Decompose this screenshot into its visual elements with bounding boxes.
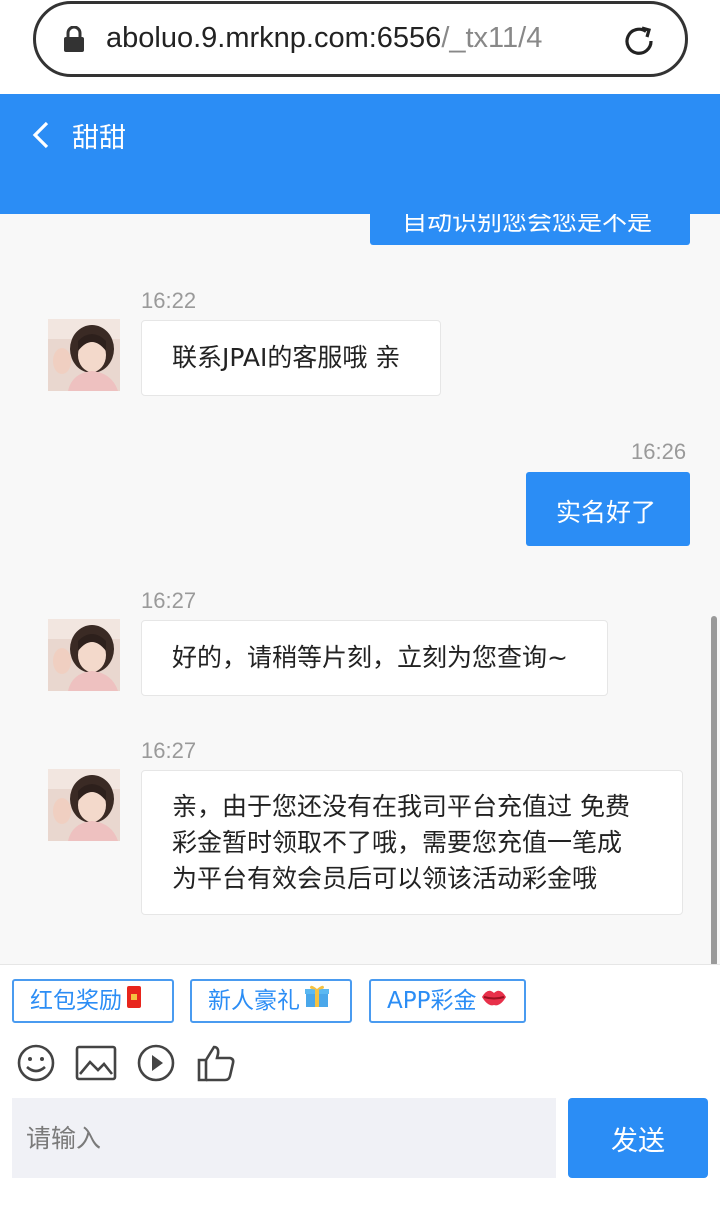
quick-reply-label: 新人豪礼 — [208, 988, 300, 1014]
incoming-message: 亲，由于您还没有在我司平台充值过 免费 彩金暂时领取不了哦，需要您充值一笔成 为… — [141, 770, 683, 915]
composer-panel: 红包奖励 新人豪礼 APP彩金 发送 — [0, 964, 720, 1213]
thumbs-up-icon[interactable] — [195, 1043, 237, 1083]
avatar-image — [48, 769, 120, 841]
address-bar[interactable]: aboluo.9.mrknp.com:6556/_tx11/4 — [33, 1, 688, 77]
play-icon[interactable] — [135, 1043, 177, 1083]
quick-reply-label: 红包奖励 — [30, 988, 122, 1014]
message-text: 实名好了 — [556, 498, 657, 527]
message-list[interactable]: 自动识别您会您是不是 16:22 联系JPAI的客服哦 亲 16:26 实名好了… — [0, 214, 720, 964]
image-icon[interactable] — [75, 1043, 117, 1083]
avatar — [48, 769, 120, 841]
avatar — [48, 619, 120, 691]
quick-reply-newcomer-gift[interactable]: 新人豪礼 — [190, 979, 352, 1023]
message-text: 联系JPAI的客服哦 亲 — [172, 343, 401, 372]
outgoing-message-partial: 自动识别您会您是不是 — [370, 214, 690, 245]
red-envelope-icon — [126, 982, 142, 1022]
url-path: /_tx11/4 — [441, 22, 543, 54]
url-text[interactable]: aboluo.9.mrknp.com:6556/_tx11/4 — [106, 22, 596, 55]
message-text: 好的，请稍等片刻，立刻为您查询~ — [172, 643, 568, 672]
outgoing-message: 实名好了 — [526, 472, 690, 546]
smiley-icon[interactable] — [15, 1043, 57, 1083]
send-button[interactable]: 发送 — [568, 1098, 708, 1178]
incoming-message: 好的，请稍等片刻，立刻为您查询~ — [141, 620, 608, 696]
lock-icon — [64, 26, 84, 52]
message-timestamp: 16:27 — [141, 738, 197, 763]
message-line: 为平台有效会员后可以领该活动彩金哦 — [172, 864, 598, 893]
avatar — [48, 319, 120, 391]
chat-header: 甜甜 — [0, 94, 720, 214]
message-timestamp: 16:26 — [631, 439, 687, 464]
incoming-message: 联系JPAI的客服哦 亲 — [141, 320, 441, 396]
message-timestamp: 16:22 — [141, 288, 197, 313]
url-host: aboluo.9.mrknp.com:6556 — [106, 22, 442, 54]
quick-reply-red-packet[interactable]: 红包奖励 — [12, 979, 174, 1023]
contact-name: 甜甜 — [72, 123, 126, 154]
quick-reply-app-bonus[interactable]: APP彩金 — [369, 979, 526, 1023]
avatar-image — [48, 319, 120, 391]
message-text: 自动识别您会您是不是 — [402, 214, 653, 236]
scrollbar[interactable] — [711, 616, 717, 964]
quick-reply-label: APP彩金 — [387, 988, 477, 1014]
message-input[interactable] — [12, 1098, 556, 1178]
back-arrow-icon[interactable] — [30, 120, 52, 150]
reload-icon[interactable] — [620, 22, 658, 60]
message-line: 亲，由于您还没有在我司平台充值过 免费 — [172, 792, 630, 821]
chat-page: aboluo.9.mrknp.com:6556/_tx11/4 甜甜 自动识别您… — [0, 0, 720, 1213]
lips-icon — [480, 982, 508, 1022]
avatar-image — [48, 619, 120, 691]
gift-icon — [304, 982, 330, 1022]
browser-chrome: aboluo.9.mrknp.com:6556/_tx11/4 — [0, 0, 720, 94]
message-timestamp: 16:27 — [141, 588, 197, 613]
message-line: 彩金暂时领取不了哦，需要您充值一笔成 — [172, 828, 623, 857]
